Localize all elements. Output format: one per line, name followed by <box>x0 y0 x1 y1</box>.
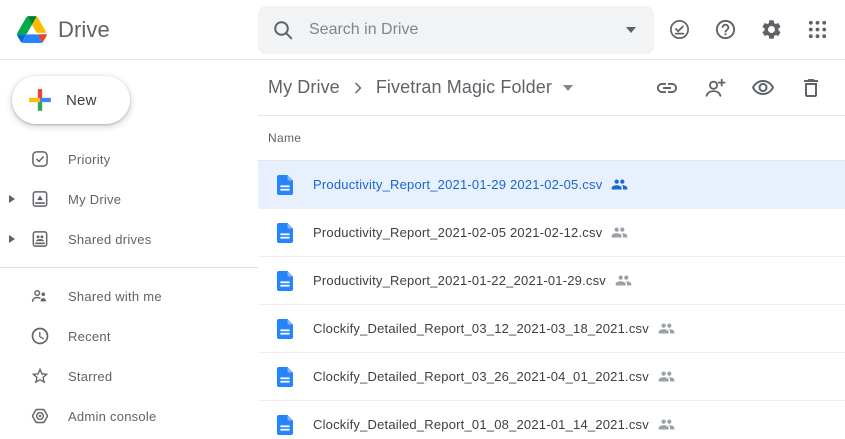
priority-icon <box>30 149 50 169</box>
shared-people-icon <box>611 224 628 241</box>
offline-status-button[interactable] <box>658 9 700 51</box>
column-header-name[interactable]: Name <box>258 116 845 161</box>
recent-clock-icon <box>30 326 50 346</box>
sidebar-item-admin-console[interactable]: Admin console <box>0 396 258 436</box>
csv-file-icon <box>277 319 293 339</box>
file-name: Clockify_Detailed_Report_03_12_2021-03_1… <box>313 321 649 336</box>
settings-button[interactable] <box>750 9 792 51</box>
sidebar-item-label: Priority <box>68 152 110 167</box>
multicolor-plus-icon <box>27 87 53 113</box>
my-drive-icon <box>30 189 50 209</box>
sidebar-item-label: Recent <box>68 329 111 344</box>
breadcrumb-my-drive[interactable]: My Drive <box>268 77 340 98</box>
sidebar-item-label: My Drive <box>68 192 121 207</box>
shared-people-icon <box>611 176 628 193</box>
file-row[interactable]: Productivity_Report_2021-01-22_2021-01-2… <box>258 257 845 305</box>
folder-menu-caret-icon[interactable] <box>563 85 573 91</box>
search-options-caret-icon[interactable] <box>626 27 636 33</box>
shared-with-me-icon <box>30 286 50 306</box>
settings-gear-icon <box>760 18 783 41</box>
file-name: Clockify_Detailed_Report_03_26_2021-04_0… <box>313 369 649 384</box>
admin-console-icon <box>30 406 50 426</box>
new-button[interactable]: New <box>12 76 130 124</box>
get-link-icon <box>655 76 679 100</box>
file-list: Productivity_Report_2021-01-29 2021-02-0… <box>258 161 845 439</box>
file-browser: My Drive Fivetran Magic Folder <box>258 60 845 439</box>
shared-people-icon <box>658 320 675 337</box>
drive-logo-icon <box>17 16 47 43</box>
file-name: Productivity_Report_2021-02-05 2021-02-1… <box>313 225 602 240</box>
top-bar-actions <box>658 9 845 51</box>
sidebar-item-label: Admin console <box>68 409 157 424</box>
shared-people-icon <box>658 416 675 433</box>
csv-file-icon <box>277 175 293 195</box>
get-link-button[interactable] <box>647 68 687 108</box>
file-row[interactable]: Productivity_Report_2021-02-05 2021-02-1… <box>258 209 845 257</box>
csv-file-icon <box>277 367 293 387</box>
file-name: Productivity_Report_2021-01-29 2021-02-0… <box>313 177 602 192</box>
google-apps-button[interactable] <box>796 9 838 51</box>
delete-trash-icon <box>799 76 823 100</box>
file-row[interactable]: Clockify_Detailed_Report_03_26_2021-04_0… <box>258 353 845 401</box>
shared-people-icon <box>615 272 632 289</box>
breadcrumb-current-folder[interactable]: Fivetran Magic Folder <box>376 77 573 98</box>
sidebar-item-label: Starred <box>68 369 112 384</box>
search-icon <box>271 18 295 42</box>
sidebar-item-priority[interactable]: Priority <box>0 139 258 179</box>
sidebar: New Priority <box>0 60 258 439</box>
chevron-right-icon <box>348 78 368 98</box>
folder-toolbar <box>647 68 831 108</box>
file-name: Clockify_Detailed_Report_01_08_2021-01_1… <box>313 417 649 432</box>
csv-file-icon <box>277 271 293 291</box>
name-header-label: Name <box>268 131 301 145</box>
help-icon <box>714 18 737 41</box>
top-bar: Drive <box>0 0 845 60</box>
file-row[interactable]: Productivity_Report_2021-01-29 2021-02-0… <box>258 161 845 209</box>
offline-status-icon <box>668 18 691 41</box>
preview-eye-icon <box>751 76 775 100</box>
search-input[interactable] <box>299 21 622 39</box>
sidebar-item-recent[interactable]: Recent <box>0 316 258 356</box>
sidebar-nav: Priority My Drive <box>0 139 258 436</box>
starred-icon <box>30 366 50 386</box>
sidebar-item-label: Shared with me <box>68 289 162 304</box>
sidebar-item-shared-drives[interactable]: Shared drives <box>0 219 258 259</box>
search-bar[interactable] <box>258 6 654 54</box>
sidebar-item-starred[interactable]: Starred <box>0 356 258 396</box>
drive-logo-home[interactable]: Drive <box>0 16 258 43</box>
sidebar-item-label: Shared drives <box>68 232 151 247</box>
preview-button[interactable] <box>743 68 783 108</box>
delete-button[interactable] <box>791 68 831 108</box>
share-button[interactable] <box>695 68 735 108</box>
sidebar-item-shared-with-me[interactable]: Shared with me <box>0 276 258 316</box>
file-row[interactable]: Clockify_Detailed_Report_03_12_2021-03_1… <box>258 305 845 353</box>
breadcrumb-bar: My Drive Fivetran Magic Folder <box>258 60 845 116</box>
expand-arrow-icon[interactable] <box>9 235 15 243</box>
current-folder-name: Fivetran Magic Folder <box>376 77 552 98</box>
apps-grid-icon <box>806 18 829 41</box>
file-name: Productivity_Report_2021-01-22_2021-01-2… <box>313 273 606 288</box>
new-button-label: New <box>66 92 97 109</box>
csv-file-icon <box>277 223 293 243</box>
sidebar-divider <box>0 267 258 268</box>
expand-arrow-icon[interactable] <box>9 195 15 203</box>
sidebar-item-my-drive[interactable]: My Drive <box>0 179 258 219</box>
share-person-add-icon <box>703 76 727 100</box>
shared-people-icon <box>658 368 675 385</box>
help-button[interactable] <box>704 9 746 51</box>
google-drive-app: Drive <box>0 0 845 439</box>
app-name: Drive <box>58 17 110 43</box>
file-row[interactable]: Clockify_Detailed_Report_01_08_2021-01_1… <box>258 401 845 439</box>
csv-file-icon <box>277 415 293 435</box>
shared-drives-icon <box>30 229 50 249</box>
